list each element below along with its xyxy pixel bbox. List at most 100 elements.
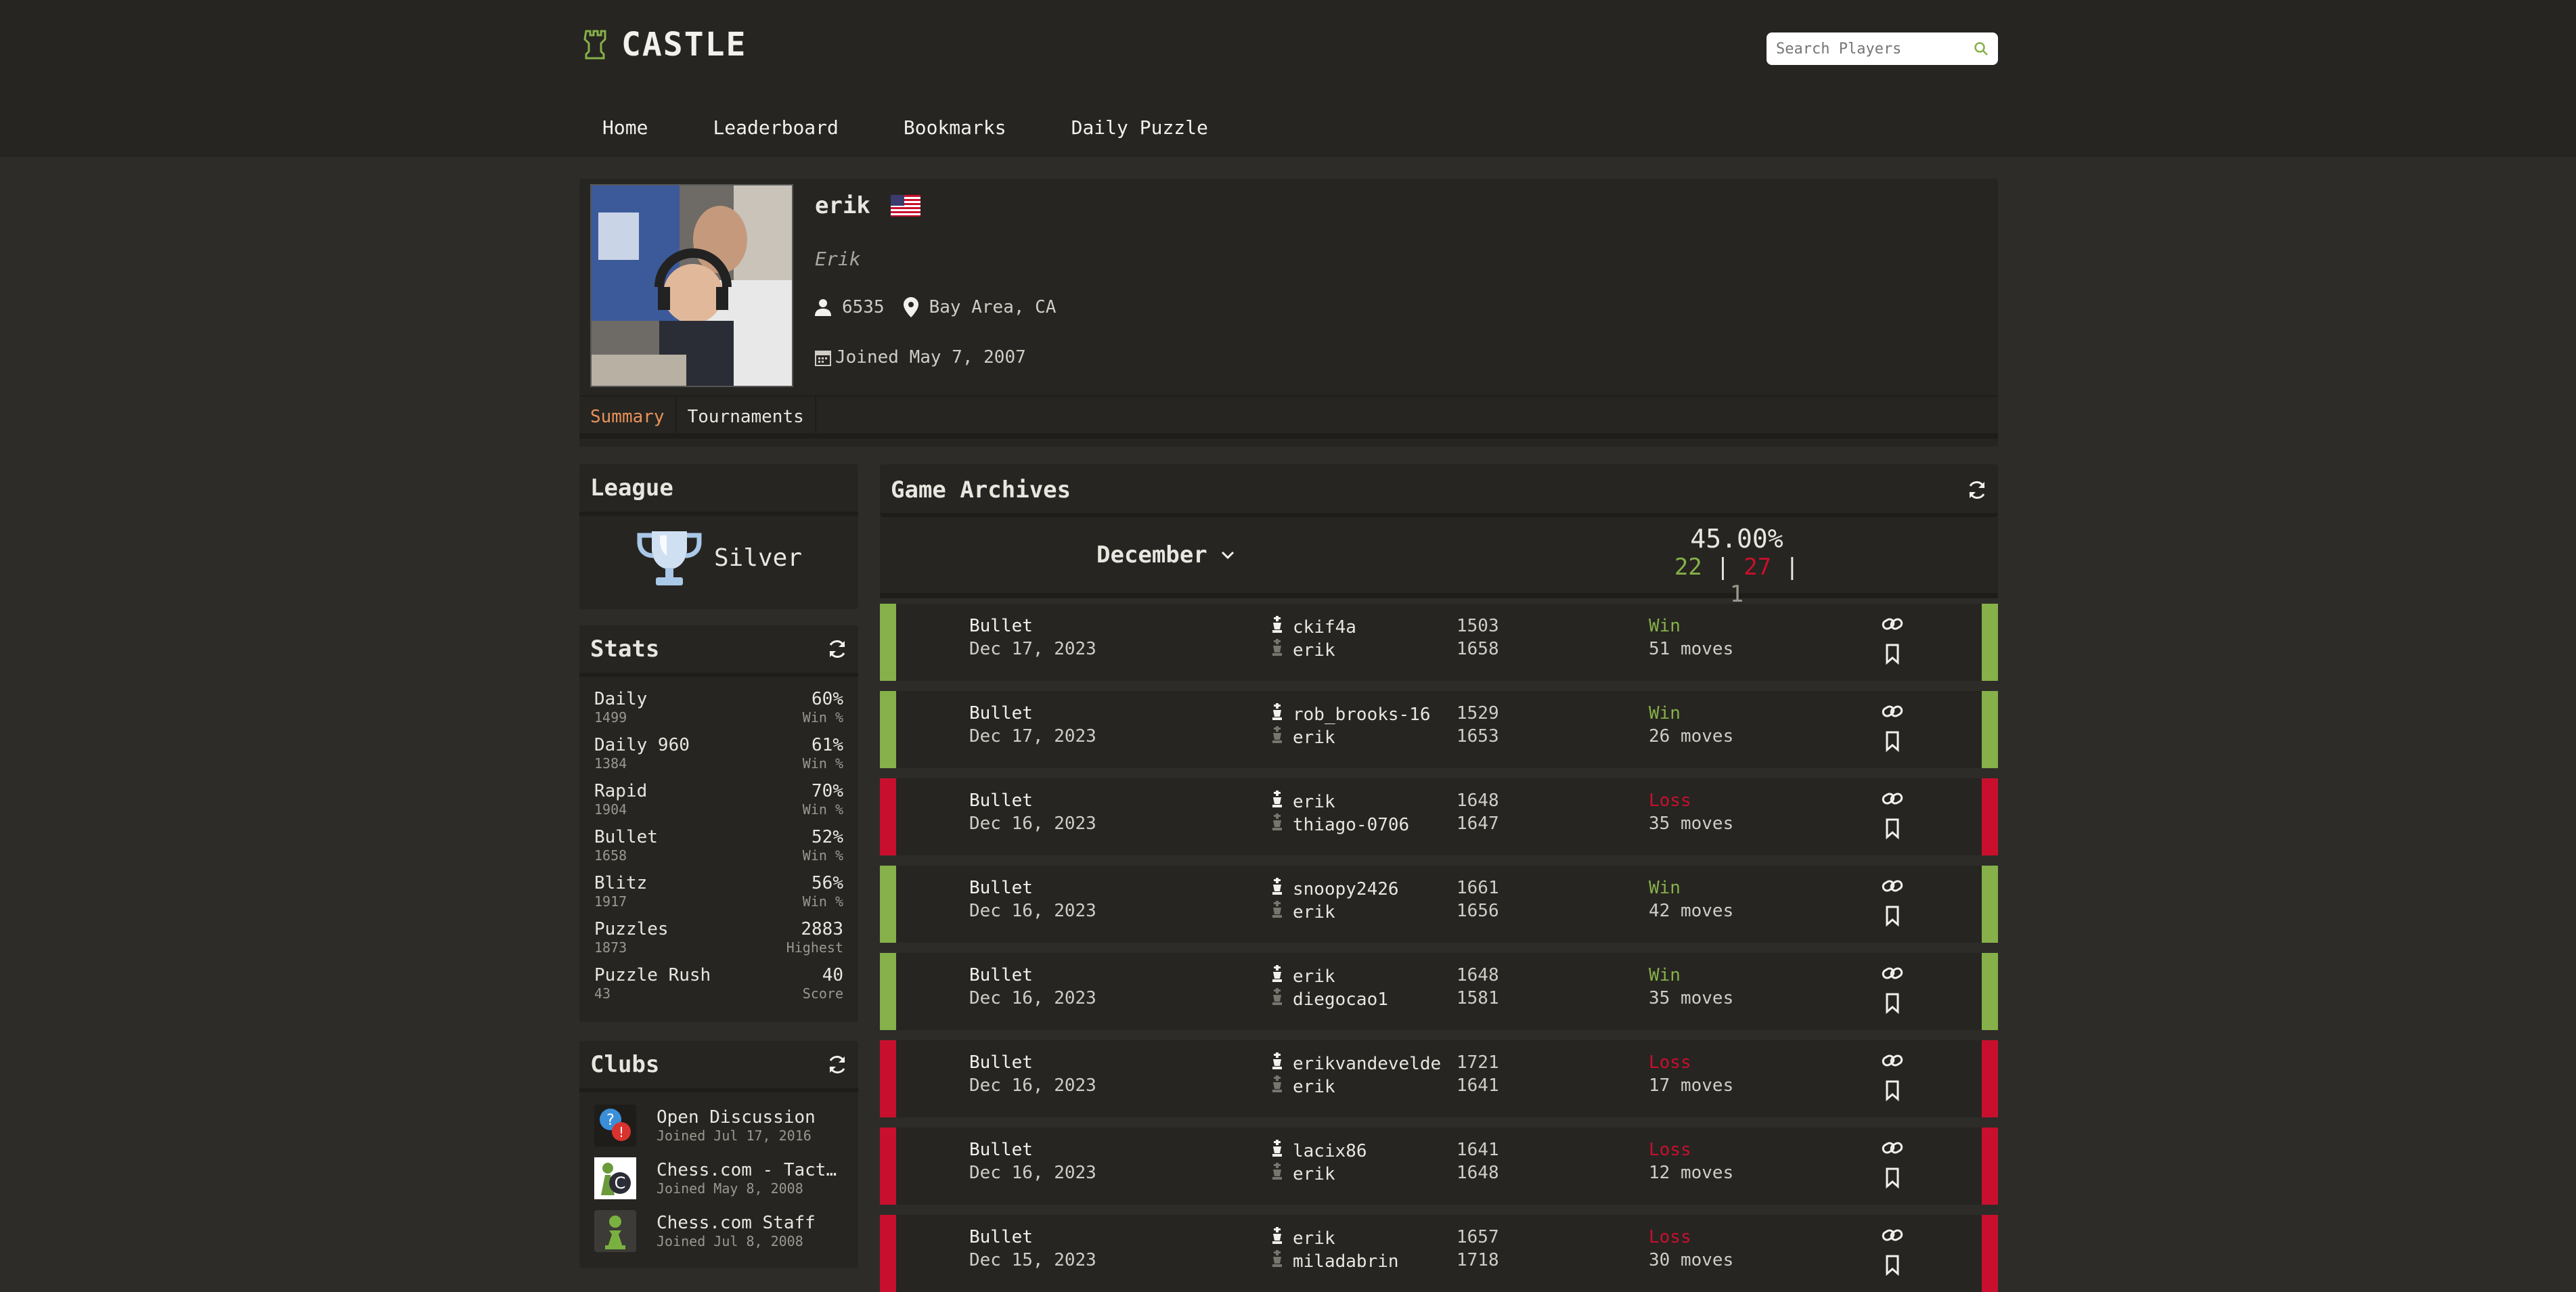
- refresh-icon[interactable]: [1967, 480, 1987, 500]
- nav-home[interactable]: Home: [582, 110, 668, 146]
- black-king-icon: [1271, 726, 1283, 749]
- bookmark-icon[interactable]: [1882, 905, 1903, 931]
- black-player[interactable]: erik: [1271, 726, 1335, 749]
- white-player-name: snoopy2426: [1293, 878, 1399, 899]
- game-row[interactable]: Bullet Dec 17, 2023 rob_brooks-16 erik 1529 1…: [880, 691, 1998, 768]
- game-row[interactable]: Bullet Dec 16, 2023 lacix86 erik 1641 1648 Los…: [880, 1128, 1998, 1205]
- white-player[interactable]: snoopy2426: [1271, 878, 1399, 900]
- bookmark-icon[interactable]: [1882, 1167, 1903, 1193]
- link-icon[interactable]: [1882, 1227, 1903, 1247]
- refresh-icon[interactable]: [827, 639, 847, 659]
- game-type: Bullet: [969, 878, 1033, 898]
- result-bar: [880, 1215, 896, 1292]
- white-king-icon: [1271, 965, 1283, 987]
- link-icon[interactable]: [1882, 790, 1903, 811]
- game-date: Dec 16, 2023: [969, 901, 1096, 921]
- logo[interactable]: CASTLE: [582, 26, 747, 64]
- black-player[interactable]: erik: [1271, 1163, 1335, 1185]
- black-player[interactable]: erik: [1271, 639, 1335, 661]
- nav-daily-puzzle[interactable]: Daily Puzzle: [1051, 110, 1228, 146]
- stat-row: Rapid 1904 70% Win %: [579, 781, 858, 827]
- club-joined: Joined Jul 17, 2016: [657, 1128, 812, 1144]
- club-item[interactable]: Chess.com Staff Joined Jul 8, 2008: [579, 1205, 858, 1257]
- game-row[interactable]: Bullet Dec 17, 2023 ckif4a erik 1503 1658 Win 5…: [880, 604, 1998, 681]
- link-icon[interactable]: [1882, 1052, 1903, 1073]
- tab-summary[interactable]: Summary: [579, 397, 677, 433]
- black-player[interactable]: erik: [1271, 1075, 1335, 1098]
- stat-rating: 1873: [594, 939, 627, 956]
- stat-rating: 1499: [594, 709, 627, 726]
- league-card: League Silver: [579, 464, 858, 609]
- avatar: [590, 184, 793, 387]
- black-rating: 1648: [1457, 1163, 1499, 1183]
- stats-card: Stats Daily 1499 60% Win % Daily 960 1384 61%…: [579, 625, 858, 1022]
- link-icon[interactable]: [1882, 878, 1903, 898]
- search-input[interactable]: [1776, 40, 1974, 58]
- move-count: 12 moves: [1649, 1163, 1734, 1183]
- game-row[interactable]: Bullet Dec 15, 2023 erik miladabrin 1657 1718…: [880, 1215, 1998, 1292]
- search-icon[interactable]: [1974, 41, 1989, 56]
- move-count: 42 moves: [1649, 901, 1734, 921]
- link-icon[interactable]: [1882, 965, 1903, 985]
- black-player[interactable]: miladabrin: [1271, 1250, 1399, 1272]
- refresh-icon[interactable]: [827, 1054, 847, 1075]
- club-item[interactable]: ?! Open Discussion Joined Jul 17, 2016: [579, 1099, 858, 1152]
- black-player[interactable]: thiago-0706: [1271, 814, 1409, 836]
- white-king-icon: [1271, 616, 1283, 638]
- white-player-name: erik: [1293, 791, 1335, 812]
- white-king-icon: [1271, 1052, 1283, 1075]
- result-bar: [1982, 778, 1998, 855]
- month-select[interactable]: December: [1096, 541, 1235, 569]
- avatar-photo: [592, 185, 792, 386]
- bookmark-icon[interactable]: [1882, 992, 1903, 1018]
- bookmark-icon[interactable]: [1882, 730, 1903, 756]
- link-icon[interactable]: [1882, 616, 1903, 636]
- game-date: Dec 15, 2023: [969, 1250, 1096, 1270]
- game-row[interactable]: Bullet Dec 16, 2023 erik diegocao1 1648 1581 W…: [880, 953, 1998, 1030]
- move-count: 17 moves: [1649, 1075, 1734, 1096]
- result-bar: [1982, 691, 1998, 768]
- white-player[interactable]: erikvandevelde: [1271, 1052, 1441, 1075]
- game-date: Dec 16, 2023: [969, 988, 1096, 1008]
- bookmark-icon[interactable]: [1882, 643, 1903, 669]
- link-icon[interactable]: [1882, 1140, 1903, 1160]
- bookmark-icon[interactable]: [1882, 1079, 1903, 1105]
- move-count: 35 moves: [1649, 988, 1734, 1008]
- game-type: Bullet: [969, 790, 1033, 811]
- white-player[interactable]: lacix86: [1271, 1140, 1367, 1162]
- game-row[interactable]: Bullet Dec 16, 2023 erikvandevelde erik 1721…: [880, 1040, 1998, 1117]
- nav-leaderboard[interactable]: Leaderboard: [692, 110, 858, 146]
- stat-row: Blitz 1917 56% Win %: [579, 873, 858, 919]
- tab-tournaments[interactable]: Tournaments: [677, 397, 816, 433]
- link-icon[interactable]: [1882, 703, 1903, 723]
- game-type: Bullet: [969, 616, 1033, 636]
- white-player[interactable]: ckif4a: [1271, 616, 1356, 638]
- black-player-name: erik: [1293, 1163, 1335, 1184]
- archives-header: Game Archives: [880, 464, 1998, 517]
- result-bar: [880, 953, 896, 1030]
- white-player[interactable]: erik: [1271, 965, 1335, 987]
- club-name: Open Discussion: [657, 1107, 816, 1128]
- club-item[interactable]: C Chess.com - Tact… Joined May 8, 2008: [579, 1152, 858, 1205]
- game-type: Bullet: [969, 1227, 1033, 1247]
- black-king-icon: [1271, 988, 1283, 1010]
- bookmark-icon[interactable]: [1882, 818, 1903, 843]
- nav-bookmarks[interactable]: Bookmarks: [883, 110, 1027, 146]
- white-player[interactable]: erik: [1271, 1227, 1335, 1249]
- black-player[interactable]: erik: [1271, 901, 1335, 923]
- stat-label: Win %: [802, 709, 843, 726]
- black-player[interactable]: diegocao1: [1271, 988, 1388, 1010]
- bookmark-icon[interactable]: [1882, 1254, 1903, 1280]
- game-row[interactable]: Bullet Dec 16, 2023 snoopy2426 erik 1661 1656…: [880, 866, 1998, 943]
- white-player[interactable]: erik: [1271, 790, 1335, 813]
- white-player-name: rob_brooks-16: [1293, 704, 1431, 725]
- move-count: 51 moves: [1649, 639, 1734, 659]
- clubs-title: Clubs: [590, 1051, 660, 1078]
- user-icon: [815, 299, 831, 316]
- black-rating: 1653: [1457, 726, 1499, 747]
- white-player[interactable]: rob_brooks-16: [1271, 703, 1431, 726]
- stat-rating: 1384: [594, 755, 627, 772]
- game-type: Bullet: [969, 1140, 1033, 1160]
- black-king-icon: [1271, 1075, 1283, 1098]
- game-row[interactable]: Bullet Dec 16, 2023 erik thiago-0706 1648 164…: [880, 778, 1998, 855]
